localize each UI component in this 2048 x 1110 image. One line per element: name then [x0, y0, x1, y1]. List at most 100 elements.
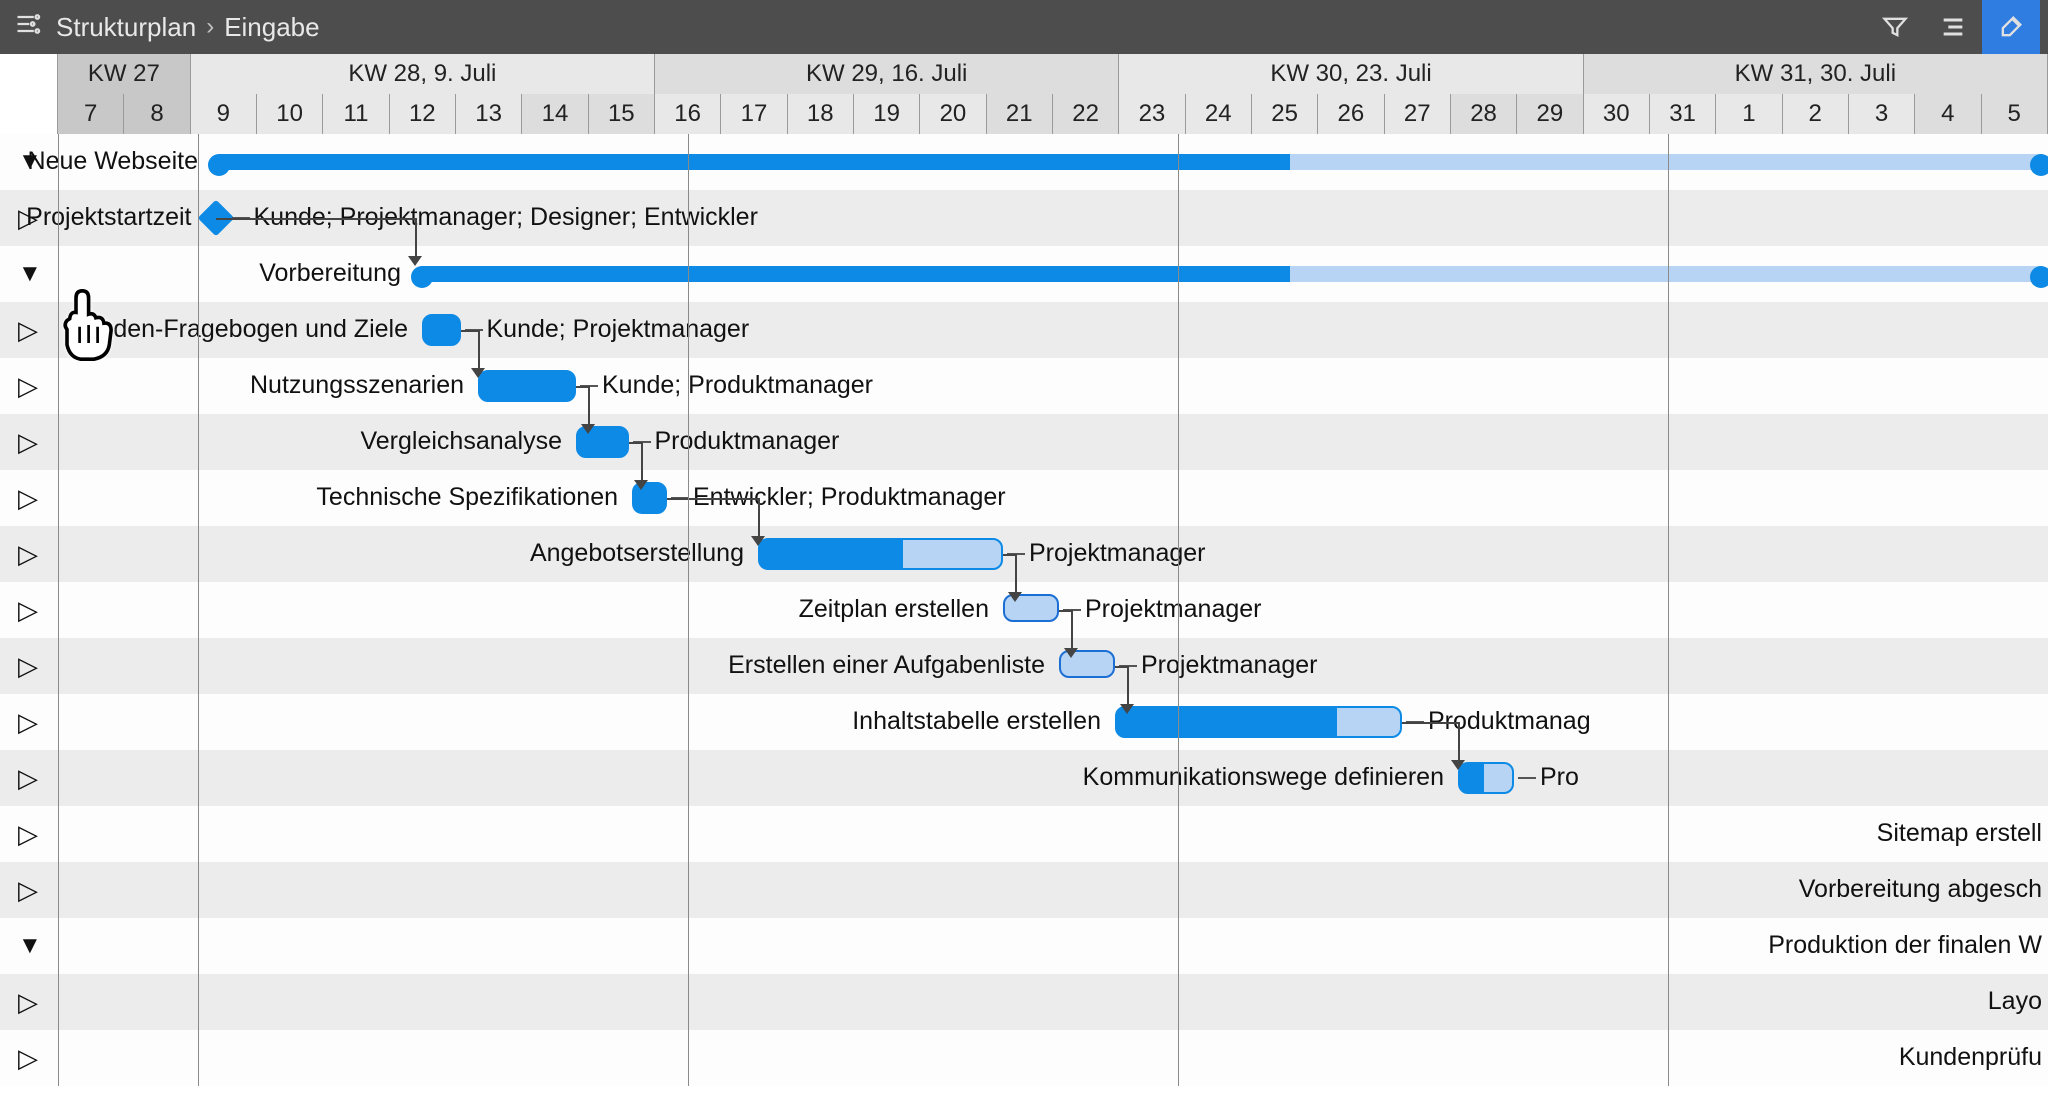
assignees-label: Produktmanager [655, 427, 840, 456]
day-header-cell[interactable]: 11 [323, 94, 389, 134]
gantt-row[interactable]: Kommunikationswege definierenPro [0, 750, 2048, 806]
gantt-row[interactable]: Produktion der finalen W [0, 918, 2048, 974]
milestone-diamond[interactable] [197, 200, 234, 237]
header-indent [0, 54, 58, 134]
assignees-label: Produktmanag [1428, 707, 1591, 736]
day-header-cell[interactable]: 9 [191, 94, 257, 134]
week-header-cell[interactable]: KW 28, 9. Juli [191, 54, 655, 94]
day-header-cell[interactable]: 31 [1650, 94, 1716, 134]
day-header-cell[interactable]: 21 [987, 94, 1053, 134]
day-header-cell[interactable]: 20 [920, 94, 986, 134]
gantt-row[interactable]: Neue Webseite [0, 134, 2048, 190]
gantt-row[interactable]: Kunden-Fragebogen und ZieleKunde; Projek… [0, 302, 2048, 358]
disclosure-right-icon[interactable] [18, 875, 38, 906]
task-bar[interactable] [1059, 650, 1115, 678]
week-header-cell[interactable]: KW 27 [58, 54, 191, 94]
cursor-hand-icon [40, 280, 130, 375]
gantt-row[interactable]: Sitemap erstell [0, 806, 2048, 862]
task-bar[interactable] [758, 538, 1003, 570]
task-bar[interactable] [478, 370, 576, 402]
day-header-cell[interactable]: 5 [1982, 94, 2048, 134]
day-header-cell[interactable]: 24 [1186, 94, 1252, 134]
day-header-cell[interactable]: 13 [456, 94, 522, 134]
day-header-cell[interactable]: 19 [854, 94, 920, 134]
task-title: Vorbereitung abgesch [1799, 875, 2042, 904]
gantt-row[interactable]: Erstellen einer AufgabenlisteProjektmana… [0, 638, 2048, 694]
day-header-cell[interactable]: 25 [1252, 94, 1318, 134]
day-header-cell[interactable]: 12 [390, 94, 456, 134]
outline-view-button[interactable] [1924, 0, 1982, 54]
day-header-cell[interactable]: 27 [1385, 94, 1451, 134]
task-title: Layo [1988, 987, 2042, 1016]
day-header-cell[interactable]: 23 [1119, 94, 1185, 134]
disclosure-right-icon[interactable] [18, 707, 38, 738]
gantt-row[interactable]: Vorbereitung [0, 246, 2048, 302]
topbar: Strukturplan › Eingabe [0, 0, 2048, 54]
gantt-row[interactable]: NutzungsszenarienKunde; Produktmanager [0, 358, 2048, 414]
disclosure-down-icon[interactable] [18, 260, 42, 288]
disclosure-right-icon[interactable] [18, 483, 38, 514]
day-header-cell[interactable]: 30 [1584, 94, 1650, 134]
disclosure-right-icon[interactable] [18, 371, 38, 402]
topbar-left: Strukturplan › Eingabe [14, 10, 320, 45]
disclosure-right-icon[interactable] [18, 651, 38, 682]
task-title: Vorbereitung [259, 259, 401, 288]
day-header-cell[interactable]: 10 [257, 94, 323, 134]
disclosure-right-icon[interactable] [18, 539, 38, 570]
day-header-cell[interactable]: 15 [589, 94, 655, 134]
task-title: Technische Spezifikationen [316, 483, 618, 512]
disclosure-right-icon[interactable] [18, 987, 38, 1018]
disclosure-right-icon[interactable] [18, 427, 38, 458]
task-title: Sitemap erstell [1877, 819, 2042, 848]
day-header-cell[interactable]: 29 [1517, 94, 1583, 134]
gantt-row[interactable]: Vorbereitung abgesch [0, 862, 2048, 918]
disclosure-right-icon[interactable] [18, 595, 38, 626]
gantt-row[interactable]: VergleichsanalyseProduktmanager [0, 414, 2048, 470]
gantt-row[interactable]: Technische Spezifikationen Entwickler; Pr… [0, 470, 2048, 526]
week-header-cell[interactable]: KW 30, 23. Juli [1119, 54, 1583, 94]
gantt-row[interactable]: Kundenprüfu [0, 1030, 2048, 1086]
day-header-cell[interactable]: 22 [1053, 94, 1119, 134]
assignees-label: Kunde; Produktmanager [602, 371, 873, 400]
gantt-row[interactable]: AngebotserstellungProjektmanager [0, 526, 2048, 582]
breadcrumb-root[interactable]: Strukturplan [56, 12, 196, 43]
week-header-cell[interactable]: KW 29, 16. Juli [655, 54, 1119, 94]
day-header-cell[interactable]: 16 [655, 94, 721, 134]
disclosure-right-icon[interactable] [18, 819, 38, 850]
assignees-label: Entwickler; Produktmanager [693, 483, 1006, 512]
gantt-body[interactable]: Neue WebseiteProjektstartzeitKunde; Proj… [0, 134, 2048, 1086]
day-header-cell[interactable]: 18 [788, 94, 854, 134]
task-bar[interactable] [632, 482, 667, 514]
day-header-cell[interactable]: 26 [1318, 94, 1384, 134]
filter-button[interactable] [1866, 0, 1924, 54]
day-header-cell[interactable]: 2 [1783, 94, 1849, 134]
disclosure-down-icon[interactable] [18, 932, 42, 960]
breadcrumb[interactable]: Strukturplan › Eingabe [56, 12, 320, 43]
breadcrumb-page[interactable]: Eingabe [224, 12, 319, 43]
group-bar[interactable] [415, 266, 2048, 282]
settings-button[interactable] [1982, 0, 2040, 54]
gantt-row[interactable]: Layo [0, 974, 2048, 1030]
task-bar[interactable] [422, 314, 461, 346]
day-header-cell[interactable]: 4 [1915, 94, 1981, 134]
disclosure-right-icon[interactable] [18, 763, 38, 794]
week-header-cell[interactable]: KW 31, 30. Juli [1584, 54, 2048, 94]
day-header-cell[interactable]: 17 [721, 94, 787, 134]
day-header-cell[interactable]: 14 [522, 94, 588, 134]
day-header-cell[interactable]: 1 [1716, 94, 1782, 134]
gantt-row[interactable]: ProjektstartzeitKunde; Projektmanager; D… [0, 190, 2048, 246]
day-header-cell[interactable]: 28 [1451, 94, 1517, 134]
group-bar[interactable] [212, 154, 2048, 170]
task-bar[interactable] [576, 426, 629, 458]
task-bar[interactable] [1458, 762, 1514, 794]
day-header-cell[interactable]: 8 [124, 94, 190, 134]
day-header-cell[interactable]: 3 [1849, 94, 1915, 134]
gantt-row[interactable]: Inhaltstabelle erstellenProduktmanag [0, 694, 2048, 750]
topbar-right [1866, 0, 2040, 54]
task-bar[interactable] [1115, 706, 1402, 738]
day-header-cell[interactable]: 7 [58, 94, 124, 134]
disclosure-right-icon[interactable] [18, 315, 38, 346]
task-bar[interactable] [1003, 594, 1059, 622]
disclosure-right-icon[interactable] [18, 1043, 38, 1074]
gantt-row[interactable]: Zeitplan erstellenProjektmanager [0, 582, 2048, 638]
